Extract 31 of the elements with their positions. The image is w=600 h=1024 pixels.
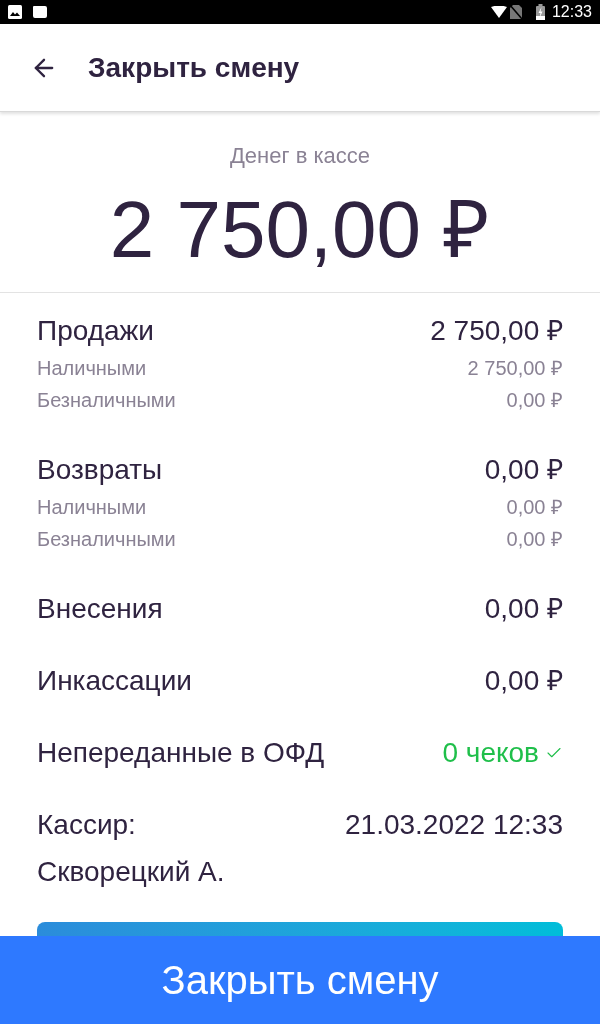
clock-time: 12:33 [551,4,592,20]
payment-type-amount: 0,00 ₽ [506,388,563,413]
wifi-icon [490,6,507,18]
close-shift-button[interactable]: Закрыть смену [0,936,600,1024]
no-sim-icon [509,5,522,19]
screen-title: Закрыть смену [88,50,300,85]
payment-type-amount: 2 750,00 ₽ [467,356,563,381]
image-icon [8,5,22,19]
cashier-label: Кассир: [37,808,136,842]
payment-type-amount: 0,00 ₽ [506,495,563,520]
section-label: Непереданные в ОФД [37,736,325,770]
cashier-name: Скворецкий А. [37,855,226,889]
section-amount: 0,00 ₽ [484,592,563,626]
payment-type-label: Наличными [37,495,147,520]
receipt-count: 0 чеков [442,736,539,770]
shift-datetime: 21.03.2022 12:33 [345,808,563,842]
payment-type-label: Наличными [37,356,147,381]
section-label: Возвраты [37,453,163,487]
payment-type-label: Безналичными [37,388,176,413]
battery-charging-icon [535,4,545,20]
section-amount: 2 750,00 ₽ [430,314,563,348]
payment-type-label: Безналичными [37,527,176,552]
section-label: Продажи [37,314,154,348]
payment-type-amount: 0,00 ₽ [506,527,563,552]
cash-label: Денег в кассе [229,142,370,170]
cash-amount: 2 750,00 ₽ [109,190,491,270]
chat-bubble-icon [32,5,48,19]
section-amount: 0,00 ₽ [484,664,563,698]
section-label: Инкассации [37,664,192,698]
section-amount: 0,00 ₽ [484,453,563,487]
section-label: Внесения [37,592,163,626]
